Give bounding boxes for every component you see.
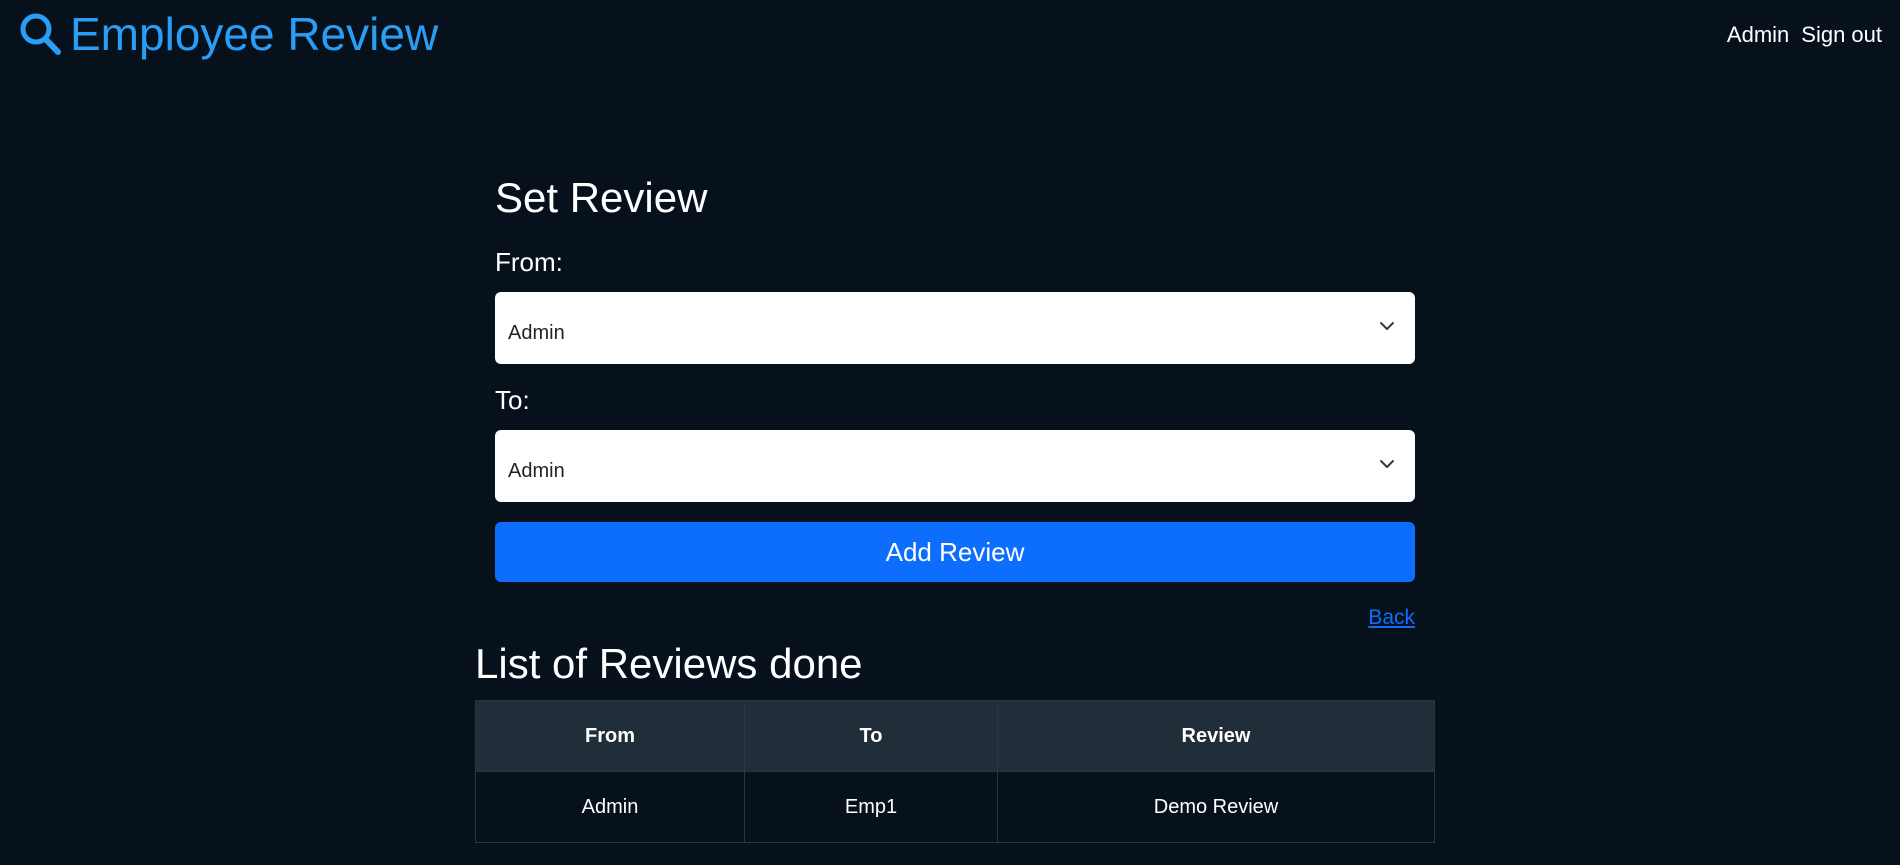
table-row: Admin Emp1 Demo Review xyxy=(475,771,1435,843)
from-select-value: Admin xyxy=(508,321,565,344)
column-header-from: From xyxy=(475,700,745,772)
sign-out-link[interactable]: Sign out xyxy=(1801,22,1882,48)
user-link[interactable]: Admin xyxy=(1727,22,1789,48)
chevron-down-icon xyxy=(1380,460,1394,468)
cell-from: Admin xyxy=(475,771,745,843)
search-icon xyxy=(20,13,61,55)
to-select[interactable]: Admin xyxy=(495,430,1415,502)
back-row: Back xyxy=(495,606,1415,630)
column-header-to: To xyxy=(744,700,998,772)
chevron-down-icon xyxy=(1380,322,1394,330)
cell-to: Emp1 xyxy=(744,771,998,843)
nav-right: Admin Sign out xyxy=(1727,22,1882,48)
brand-title: Employee Review xyxy=(70,8,439,60)
brand-link[interactable]: Employee Review xyxy=(18,8,438,60)
reviews-list: List of Reviews done From To Review Admi… xyxy=(475,636,1435,843)
table-header-row: From To Review xyxy=(475,700,1435,772)
cell-review: Demo Review xyxy=(997,771,1435,843)
to-select-value: Admin xyxy=(508,459,565,482)
navbar: Employee Review Admin Sign out xyxy=(0,0,1900,70)
from-select[interactable]: Admin xyxy=(495,292,1415,364)
from-label: From: xyxy=(495,247,563,277)
back-link[interactable]: Back xyxy=(1368,606,1415,629)
to-label: To: xyxy=(495,385,530,415)
set-review-form: Set Review From: Admin To: Admin Add Rev… xyxy=(495,170,1415,630)
add-review-button[interactable]: Add Review xyxy=(495,522,1415,582)
column-header-review: Review xyxy=(997,700,1435,772)
reviews-list-title: List of Reviews done xyxy=(475,640,863,687)
reviews-table: From To Review Admin Emp1 Demo Review xyxy=(475,700,1435,843)
form-title: Set Review xyxy=(495,174,708,221)
